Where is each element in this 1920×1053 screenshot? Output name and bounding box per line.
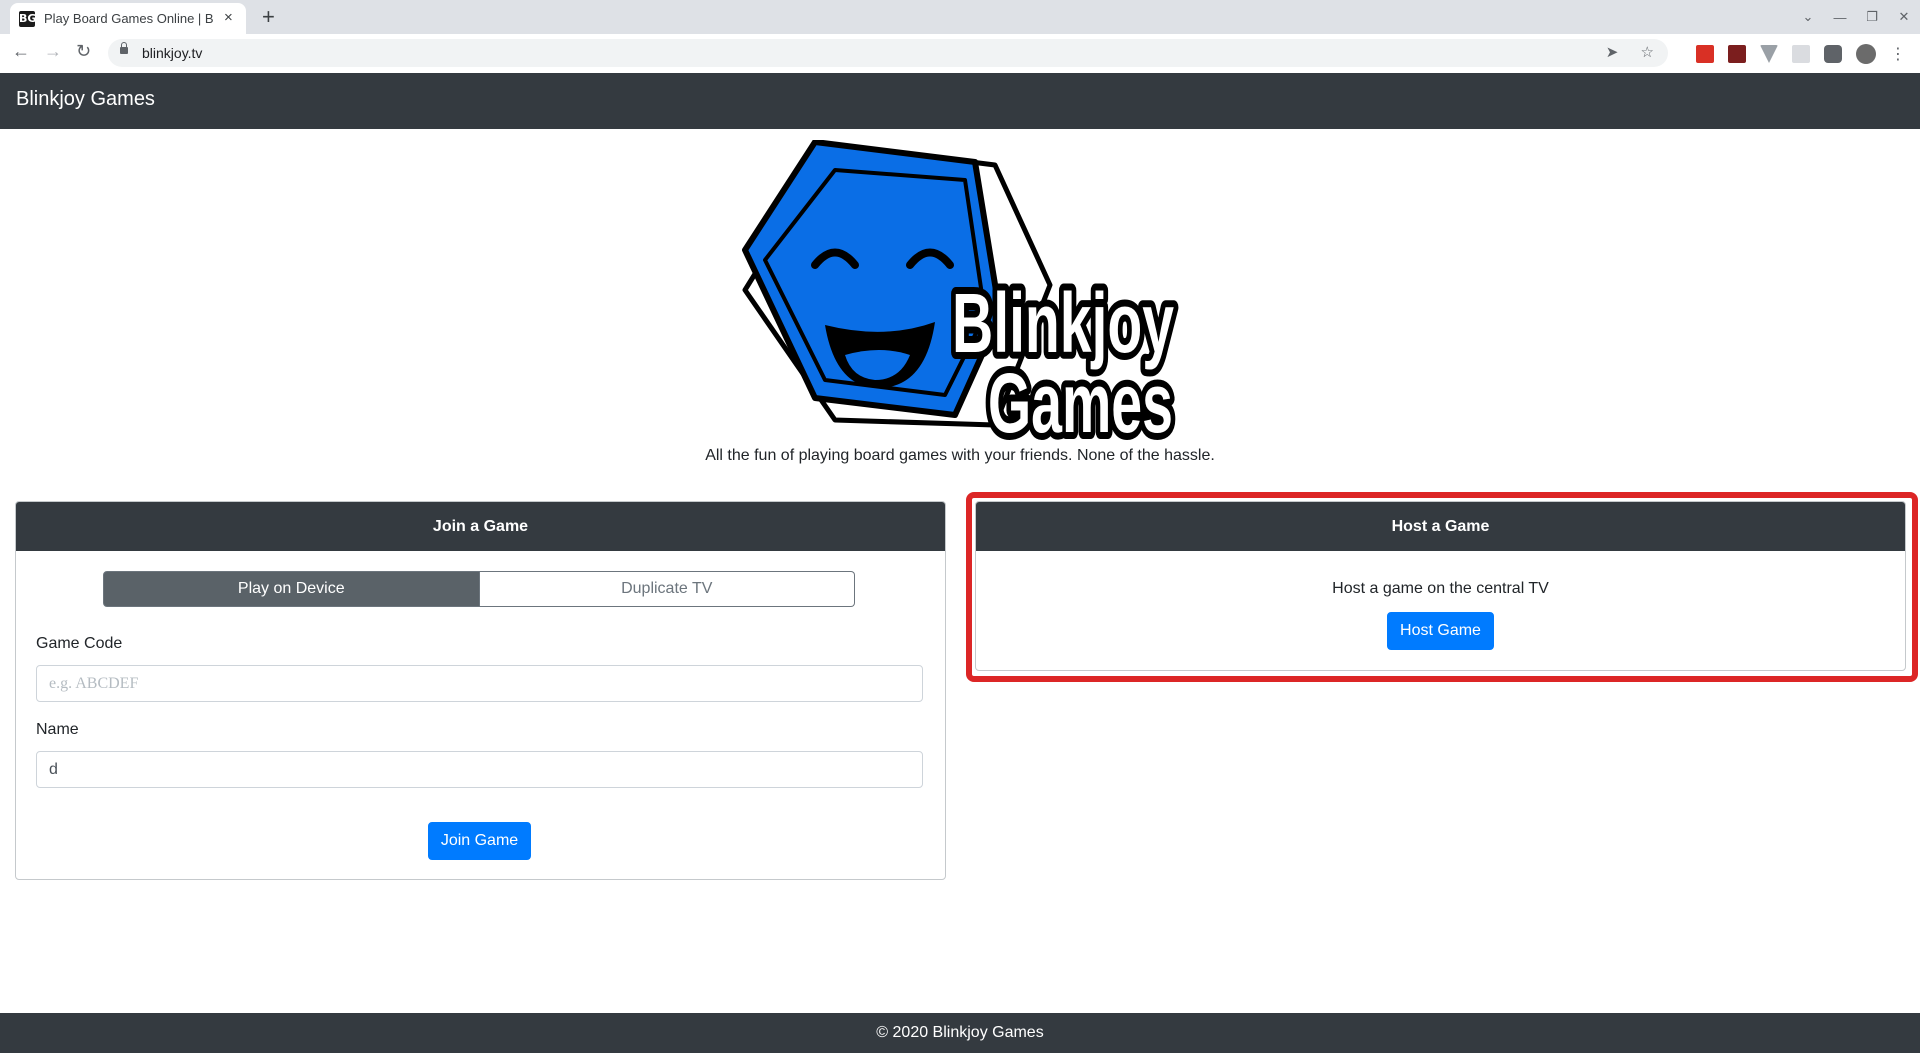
minimize-icon[interactable]: —	[1824, 10, 1856, 25]
profile-avatar[interactable]	[1856, 44, 1876, 64]
more-menu-icon[interactable]: ⋮	[1890, 44, 1906, 64]
back-arrow-icon[interactable]: ←	[12, 41, 30, 62]
bookmark-star-icon[interactable]: ☆	[1641, 44, 1654, 61]
host-card-header: Host a Game	[976, 502, 1905, 551]
lock-icon	[120, 42, 128, 54]
extension-red-icon[interactable]	[1696, 45, 1714, 63]
site-footer: © 2020 Blinkjoy Games	[0, 1013, 1920, 1053]
extension-dark-red-icon[interactable]	[1728, 45, 1746, 63]
reload-icon[interactable]: ↻	[76, 41, 91, 62]
tab-close-icon[interactable]: ×	[224, 9, 233, 26]
play-on-device-button[interactable]: Play on Device	[103, 571, 480, 607]
site-navbar: Blinkjoy Games	[0, 73, 1920, 129]
send-tab-icon[interactable]: ➤	[1606, 44, 1619, 61]
tagline: All the fun of playing board games with …	[705, 447, 1215, 464]
browser-toolbar: ← → ↻ blinkjoy.tv ➤ ☆ ⋮	[0, 34, 1920, 74]
browser-tab-strip: BG Play Board Games Online | Blinkjoy Ga…	[0, 0, 1920, 34]
name-input[interactable]	[36, 751, 923, 788]
logo-text-games: Games	[988, 356, 1173, 450]
navbar-brand[interactable]: Blinkjoy Games	[16, 88, 155, 111]
window-controls: ⌄ — ❐ ✕	[1792, 0, 1920, 34]
host-description: Host a game on the central TV	[1332, 580, 1549, 597]
extension-clipboard-icon[interactable]	[1792, 45, 1810, 63]
join-game-card: Join a Game Play on Device Duplicate TV …	[15, 501, 946, 880]
blinkjoy-logo: Blinkjoy Games	[742, 140, 1180, 450]
omnibox-actions: ➤ ☆	[1588, 43, 1654, 61]
close-window-icon[interactable]: ✕	[1888, 9, 1920, 25]
host-game-button[interactable]: Host Game	[1387, 612, 1494, 650]
join-card-header: Join a Game	[16, 502, 945, 551]
game-code-label: Game Code	[36, 635, 123, 652]
extensions-area: ⋮	[1696, 44, 1906, 64]
browser-tab[interactable]: BG Play Board Games Online | Blinkjoy Ga…	[10, 3, 246, 34]
game-code-input[interactable]	[36, 665, 923, 702]
join-game-button[interactable]: Join Game	[428, 822, 531, 860]
play-mode-toggle: Play on Device Duplicate TV	[103, 571, 855, 607]
url-text[interactable]: blinkjoy.tv	[142, 45, 202, 61]
tab-search-icon[interactable]: ⌄	[1792, 9, 1824, 25]
forward-arrow-icon[interactable]: →	[44, 41, 62, 62]
address-bar[interactable]: blinkjoy.tv ➤ ☆	[108, 39, 1668, 67]
new-tab-icon[interactable]: +	[262, 4, 275, 30]
duplicate-tv-button[interactable]: Duplicate TV	[479, 571, 855, 607]
host-game-card: Host a Game Host a game on the central T…	[975, 501, 1906, 671]
restore-icon[interactable]: ❐	[1856, 9, 1888, 25]
name-label: Name	[36, 721, 79, 738]
favicon-icon: BG	[19, 11, 37, 27]
puzzle-icon[interactable]	[1824, 45, 1842, 63]
extension-v-icon[interactable]	[1760, 45, 1778, 63]
tab-title: Play Board Games Online | Blinkjoy Games	[44, 11, 214, 26]
